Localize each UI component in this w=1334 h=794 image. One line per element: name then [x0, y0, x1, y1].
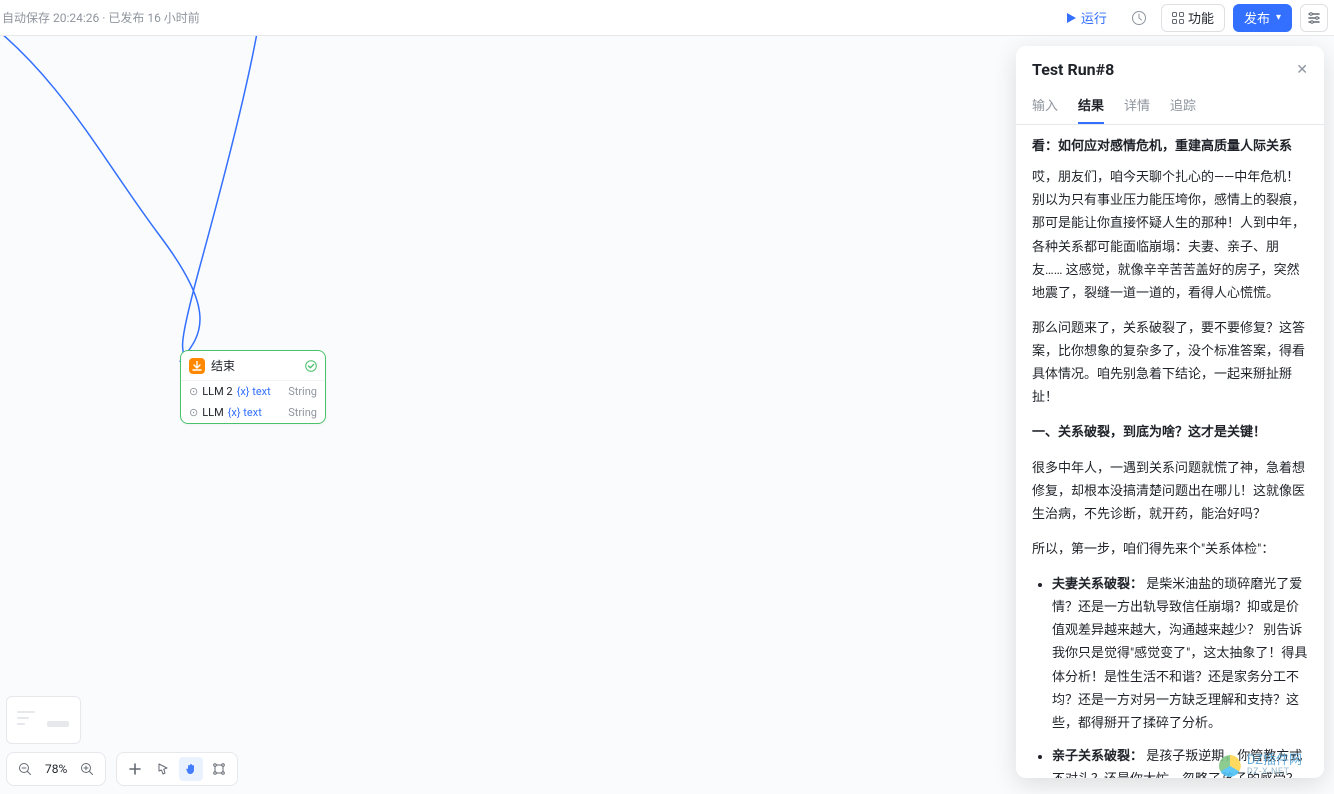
panel-tabs: 输入 结果 详情 追踪: [1016, 83, 1324, 125]
minimap-lines-icon: [17, 711, 35, 729]
end-node[interactable]: 结束 ⊙ LLM 2 {x} text String ⊙ LLM {x} tex…: [180, 350, 326, 424]
add-button[interactable]: [123, 757, 147, 781]
run-label: 运行: [1081, 8, 1107, 27]
tool-group: [116, 752, 238, 786]
test-run-panel: Test Run#8 ✕ 输入 结果 详情 追踪 看：如何应对感情危机，重建高质…: [1016, 46, 1324, 778]
close-icon[interactable]: ✕: [1296, 62, 1308, 78]
panel-body[interactable]: 看：如何应对感情危机，重建高质量人际关系 哎，朋友们，咱今天聊个扎心的——中年危…: [1016, 125, 1324, 778]
chevron-down-icon: ▾: [1276, 12, 1281, 23]
node-row-name: LLM: [202, 406, 223, 419]
tab-input[interactable]: 输入: [1032, 89, 1058, 124]
result-bullet: 夫妻关系破裂： 是柴米油盐的琐碎磨光了爱情？还是一方出轨导致信任崩塌？抑或是价值…: [1052, 573, 1308, 735]
result-bullet: 亲子关系破裂： 是孩子叛逆期，你管教方式不对头？还是你太忙，忽略了孩子的感受？还…: [1052, 745, 1308, 778]
publish-button[interactable]: 发布 ▾: [1233, 4, 1292, 32]
zoom-out-button[interactable]: [13, 757, 37, 781]
check-circle-icon: [305, 360, 317, 372]
result-heading: 看：如何应对感情危机，重建高质量人际关系: [1032, 135, 1308, 158]
bullet-text: 是柴米油盐的琐碎磨光了爱情？还是一方出轨导致信任崩塌？抑或是价值观差异越来越大，…: [1052, 577, 1307, 731]
node-end-icon: [189, 358, 205, 374]
bullet-title: 亲子关系破裂：: [1052, 749, 1143, 764]
node-row-type: String: [288, 385, 317, 398]
edge-line: [0, 36, 340, 396]
top-bar: 自动保存 20:24:26 · 已发布 16 小时前 运行 功能 发布 ▾: [0, 0, 1334, 36]
node-title: 结束: [211, 357, 299, 374]
grid-icon: [1172, 12, 1184, 24]
tab-detail[interactable]: 详情: [1124, 89, 1150, 124]
top-actions: 运行 功能 发布 ▾: [1055, 4, 1328, 32]
layout-tool[interactable]: [207, 757, 231, 781]
minimap[interactable]: [6, 696, 81, 744]
node-row-var: {x} text: [228, 406, 262, 419]
zoom-percent: 78%: [41, 762, 71, 776]
port-icon: ⊙: [189, 385, 198, 398]
zoom-in-button[interactable]: [75, 757, 99, 781]
node-row-type: String: [288, 406, 317, 419]
minimap-viewport: [47, 721, 69, 727]
clock-icon-button[interactable]: [1125, 4, 1153, 32]
node-row-name: LLM 2: [202, 385, 232, 398]
result-bullet-list: 夫妻关系破裂： 是柴米油盐的琐碎磨光了爱情？还是一方出轨导致信任崩塌？抑或是价值…: [1032, 573, 1308, 778]
features-button[interactable]: 功能: [1161, 4, 1225, 32]
panel-title: Test Run#8: [1032, 60, 1114, 79]
port-icon: ⊙: [189, 406, 198, 419]
result-paragraph: 所以，第一步，咱们得先来个"关系体检"：: [1032, 538, 1308, 561]
auto-save-status: 自动保存 20:24:26 · 已发布 16 小时前: [0, 9, 200, 26]
panel-header: Test Run#8 ✕: [1016, 46, 1324, 83]
tab-result[interactable]: 结果: [1078, 89, 1104, 124]
node-header: 结束: [181, 351, 325, 381]
settings-icon-button[interactable]: [1300, 4, 1328, 32]
zoom-group: 78%: [6, 752, 106, 786]
node-output-row[interactable]: ⊙ LLM {x} text String: [181, 402, 325, 423]
hand-tool[interactable]: [179, 757, 203, 781]
result-paragraph: 那么问题来了，关系破裂了，要不要修复？这答案，比你想象的复杂多了，没个标准答案，…: [1032, 317, 1308, 410]
features-label: 功能: [1188, 8, 1214, 27]
tab-trace[interactable]: 追踪: [1170, 89, 1196, 124]
node-row-var: {x} text: [237, 385, 271, 398]
run-button[interactable]: 运行: [1055, 4, 1117, 32]
result-paragraph: 很多中年人，一遇到关系问题就慌了神，急着想修复，却根本没搞清楚问题出在哪儿！这就…: [1032, 457, 1308, 526]
play-icon: [1065, 12, 1077, 24]
node-output-row[interactable]: ⊙ LLM 2 {x} text String: [181, 381, 325, 402]
result-paragraph: 哎，朋友们，咱今天聊个扎心的——中年危机！别以为只有事业压力能压垮你，感情上的裂…: [1032, 166, 1308, 305]
result-section-heading: 一、关系破裂，到底为啥？这才是关键！: [1032, 425, 1266, 440]
pointer-tool[interactable]: [151, 757, 175, 781]
bullet-title: 夫妻关系破裂：: [1052, 577, 1143, 592]
publish-label: 发布: [1244, 8, 1270, 27]
bottom-toolbar: 78%: [6, 752, 238, 786]
